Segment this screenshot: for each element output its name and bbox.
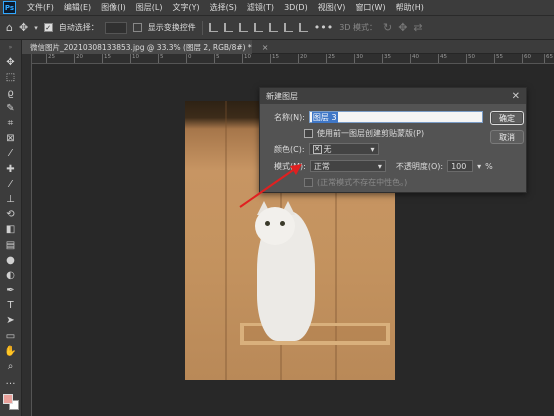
arrow-shaft	[239, 167, 297, 208]
arrow-head	[290, 164, 302, 175]
annotation-arrow	[239, 164, 302, 208]
